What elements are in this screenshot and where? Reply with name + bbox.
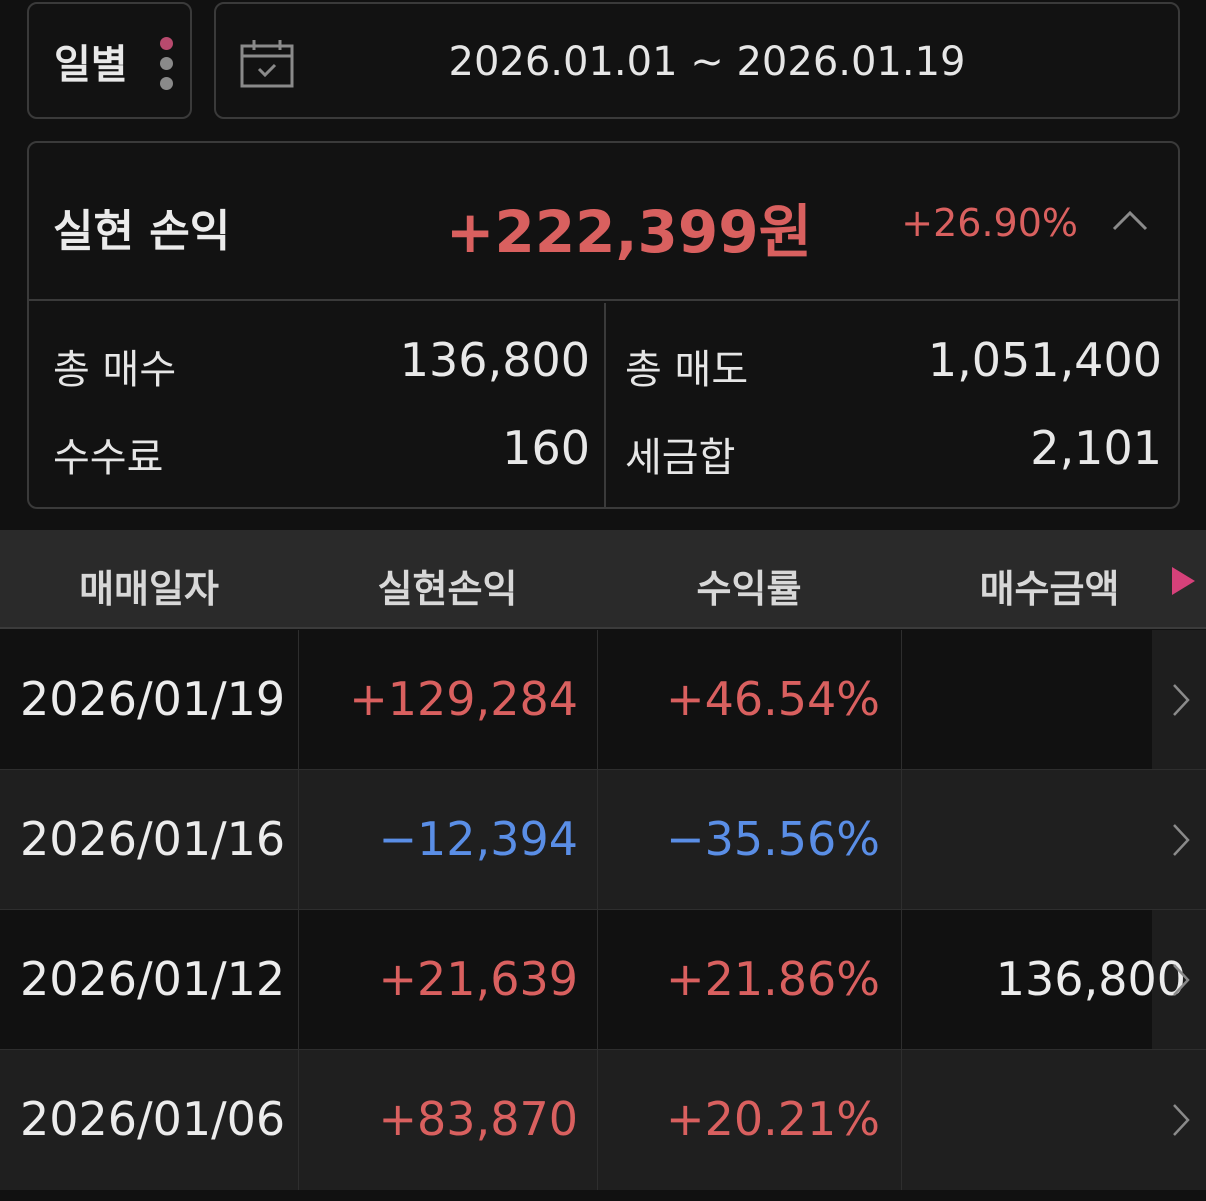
fee-label: 수수료 [53,435,164,481]
row-profit: −12,394 [378,812,579,866]
row-rate: −35.56% [666,812,880,866]
chevron-up-icon[interactable] [1112,209,1148,231]
header-return-rate[interactable]: 수익률 [597,558,901,613]
fee-value: 160 [502,421,590,475]
date-range-selector[interactable]: 2026.01.01 ~ 2026.01.19 [214,2,1180,119]
total-buy-label: 총 매수 [53,347,177,393]
table-row[interactable]: 2026/01/12 +21,639 +21.86% 136,800 [0,910,1206,1050]
row-date: 2026/01/16 [20,812,286,866]
row-rate: +20.21% [666,1092,880,1146]
total-sell-label: 총 매도 [625,347,749,393]
tax-label: 세금합 [625,435,736,481]
row-date: 2026/01/12 [20,952,286,1006]
summary-title: 실현 손익 [53,206,231,257]
table-row[interactable]: 2026/01/16 −12,394 −35.56% [0,770,1206,910]
row-profit: +83,870 [378,1092,579,1146]
row-date: 2026/01/19 [20,672,286,726]
trade-list: 2026/01/19 +129,284 +46.54% 2026/01/16 −… [0,630,1206,1190]
summary-grid: 총 매수 136,800 총 매도 1,051,400 수수료 160 세금합 … [29,303,1178,507]
chevron-right-icon[interactable] [1172,963,1190,997]
grid-divider [604,303,606,507]
row-date: 2026/01/06 [20,1092,286,1146]
row-profit: +129,284 [349,672,578,726]
summary-amount: +222,399원 [445,198,812,266]
tax-value: 2,101 [1030,421,1162,475]
triangle-right-icon[interactable] [1170,566,1196,596]
row-buy-amount: 136,800 [995,952,1186,1006]
realized-pnl-summary: 실현 손익 +222,399원 +26.90% 총 매수 136,800 총 매… [27,141,1180,509]
row-rate: +46.54% [666,672,880,726]
total-buy-value: 136,800 [399,333,590,387]
summary-rate: +26.90% [901,201,1078,245]
table-row[interactable]: 2026/01/19 +129,284 +46.54% [0,630,1206,770]
table-row[interactable]: 2026/01/06 +83,870 +20.21% [0,1050,1206,1190]
chevron-right-icon[interactable] [1172,823,1190,857]
header-trade-date[interactable]: 매매일자 [0,558,298,613]
vertical-dots-icon [160,37,174,97]
summary-header[interactable]: 실현 손익 +222,399원 +26.90% [29,143,1178,301]
period-label: 일별 [54,41,128,88]
chevron-right-icon[interactable] [1172,1103,1190,1137]
date-range-text: 2026.01.01 ~ 2026.01.19 [448,39,966,85]
row-profit: +21,639 [378,952,579,1006]
row-rate: +21.86% [666,952,880,1006]
header-realized-pnl[interactable]: 실현손익 [298,558,597,613]
table-header: 매매일자 실현손익 수익률 매수금액 [0,530,1206,629]
period-selector-button[interactable]: 일별 [27,2,192,119]
total-sell-value: 1,051,400 [927,333,1162,387]
chevron-right-icon[interactable] [1172,683,1190,717]
header-buy-amount[interactable]: 매수금액 [901,558,1206,613]
